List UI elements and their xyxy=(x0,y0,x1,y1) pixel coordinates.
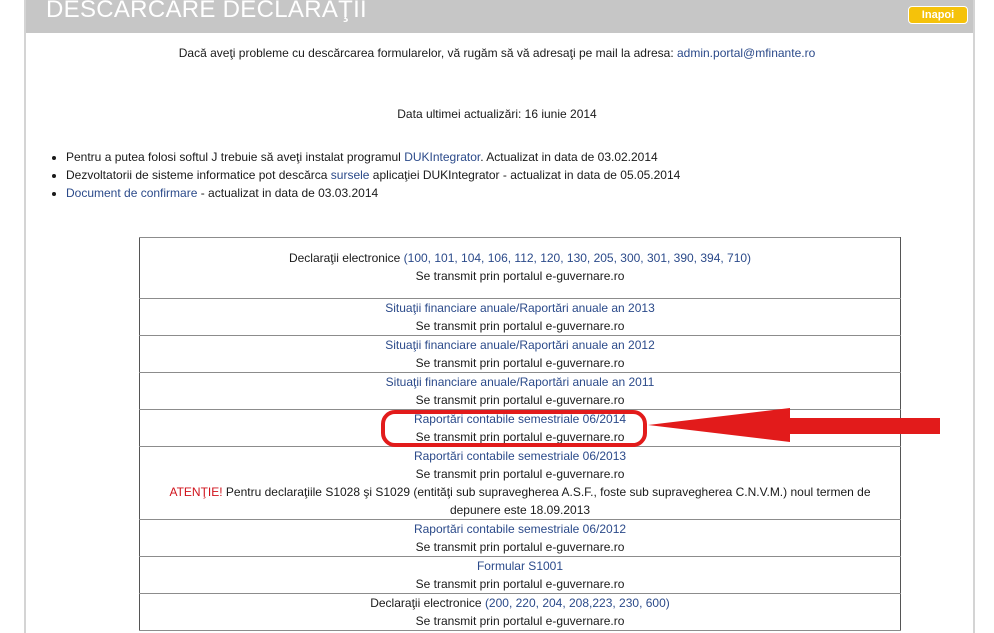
table-row: Raportări contabile semestriale 06/2013 … xyxy=(139,446,901,520)
sources-link[interactable]: sursele xyxy=(331,168,370,182)
table-row: Declaraţii electronice (200, 220, 204, 2… xyxy=(139,593,901,631)
row-note: Se transmit prin portalul e-guvernare.ro xyxy=(415,356,625,370)
list-item-text: aplicaţiei DUKIntegrator - actualizat in… xyxy=(369,168,681,182)
table-cell: Raportări contabile semestriale 06/2012 … xyxy=(139,519,901,557)
row-note: Se transmit prin portalul e-guvernare.ro xyxy=(415,614,625,628)
confirmation-document-link[interactable]: Document de confirmare xyxy=(66,186,197,200)
dukintegrator-link[interactable]: DUKIntegrator xyxy=(404,150,480,164)
financial-statements-2011-link[interactable]: Situaţii financiare anuale/Raportări anu… xyxy=(386,375,655,389)
declarations-link[interactable]: (200, 220, 204, 208,223, 230, 600) xyxy=(485,596,670,610)
last-update-date: Data ultimei actualizări: 16 iunie 2014 xyxy=(397,107,597,121)
row-note: Se transmit prin portalul e-guvernare.ro xyxy=(415,319,625,333)
page-title: DESCARCARE DECLARAŢII xyxy=(46,0,368,23)
back-button[interactable]: Inapoi xyxy=(908,6,968,24)
list-item-text: - actualizat in data de 03.03.2014 xyxy=(197,186,379,200)
row-note: Se transmit prin portalul e-guvernare.ro xyxy=(415,577,625,591)
table-cell: Situaţii financiare anuale/Raportări anu… xyxy=(139,372,901,410)
row-note: Se transmit prin portalul e-guvernare.ro xyxy=(415,467,625,481)
table-cell: Declaraţii electronice (200, 220, 204, 2… xyxy=(139,593,901,631)
table-row: Situaţii financiare anuale/Raportări anu… xyxy=(139,372,901,410)
info-list: Pentru a putea folosi softul J trebuie s… xyxy=(48,148,680,202)
list-item: Dezvoltatorii de sisteme informatice pot… xyxy=(66,166,680,184)
contact-email-link[interactable]: admin.portal@mfinante.ro xyxy=(677,46,815,60)
table-cell: Declaraţii electronice (100, 101, 104, 1… xyxy=(139,237,901,299)
row-prefix: Declaraţii electronice xyxy=(370,596,485,610)
list-item: Pentru a putea folosi softul J trebuie s… xyxy=(66,148,680,166)
list-item: Document de confirmare - actualizat in d… xyxy=(66,184,680,202)
red-arrow-annotation xyxy=(648,408,940,442)
semiannual-reports-2012-link[interactable]: Raportări contabile semestriale 06/2012 xyxy=(414,522,626,536)
financial-statements-2012-link[interactable]: Situaţii financiare anuale/Raportări anu… xyxy=(385,338,655,352)
form-s1001-link[interactable]: Formular S1001 xyxy=(477,559,563,573)
table-row: Situaţii financiare anuale/Raportări anu… xyxy=(139,298,901,336)
list-item-text: Dezvoltatorii de sisteme informatice pot… xyxy=(66,168,331,182)
semiannual-reports-2013-link[interactable]: Raportări contabile semestriale 06/2013 xyxy=(414,449,626,463)
table-row: Formular S1001 Se transmit prin portalul… xyxy=(139,556,901,594)
table-row: Situaţii financiare anuale/Raportări anu… xyxy=(139,335,901,373)
list-item-text: Pentru a putea folosi softul J trebuie s… xyxy=(66,150,405,164)
warning-text: Pentru declaraţiile S1028 şi S1029 (enti… xyxy=(222,485,871,517)
table-cell: Situaţii financiare anuale/Raportări anu… xyxy=(139,335,901,373)
page-header: DESCARCARE DECLARAŢII Inapoi xyxy=(26,0,973,33)
contact-notice: Dacă aveţi probleme cu descărcarea formu… xyxy=(0,46,994,60)
arrow-shape xyxy=(648,408,940,442)
table-cell: Situaţii financiare anuale/Raportări anu… xyxy=(139,298,901,336)
list-item-text: . Actualizat in data de 03.02.2014 xyxy=(480,150,658,164)
table-cell: Formular S1001 Se transmit prin portalul… xyxy=(139,556,901,594)
row-note: Se transmit prin portalul e-guvernare.ro xyxy=(415,269,625,283)
contact-text: Dacă aveţi probleme cu descărcarea formu… xyxy=(178,46,677,60)
warning-label: ATENŢIE! xyxy=(169,485,223,499)
table-cell: Raportări contabile semestriale 06/2013 … xyxy=(139,446,901,520)
page-right-border xyxy=(973,0,975,633)
table-row: Raportări contabile semestriale 06/2012 … xyxy=(139,519,901,557)
row-note: Se transmit prin portalul e-guvernare.ro xyxy=(415,540,625,554)
table-row: Declaraţii electronice (100, 101, 104, 1… xyxy=(139,237,901,299)
financial-statements-2013-link[interactable]: Situaţii financiare anuale/Raportări anu… xyxy=(385,301,655,315)
row-prefix: Declaraţii electronice xyxy=(288,251,404,265)
declarations-link[interactable]: (100, 101, 104, 106, 112, 120, 130, 205,… xyxy=(404,251,751,265)
row-note: Se transmit prin portalul e-guvernare.ro xyxy=(415,393,625,407)
highlight-ellipse xyxy=(381,410,647,447)
page-left-border xyxy=(24,0,26,633)
